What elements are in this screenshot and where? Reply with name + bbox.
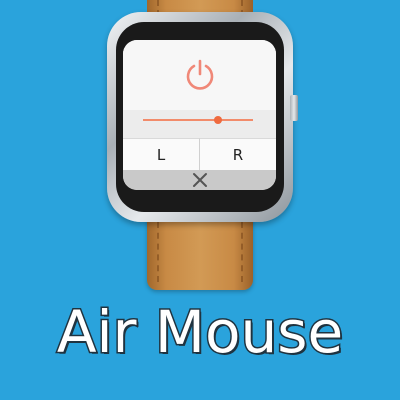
watch-crown [290,95,298,121]
slider-track [143,119,253,121]
right-click-label: R [232,145,244,164]
app-title: Air Mouse [55,297,344,368]
mouse-buttons: L R [123,138,276,170]
right-click-button[interactable]: R [200,138,276,170]
left-click-button[interactable]: L [123,138,200,170]
watch-strap-bottom [147,216,253,290]
sensitivity-slider[interactable] [123,110,276,138]
left-click-label: L [156,145,166,164]
watch-screen: L R [123,40,276,190]
slider-thumb[interactable] [213,116,222,124]
power-button[interactable] [123,40,276,110]
power-icon [186,59,213,90]
close-button[interactable] [123,170,276,190]
close-icon [192,173,207,187]
